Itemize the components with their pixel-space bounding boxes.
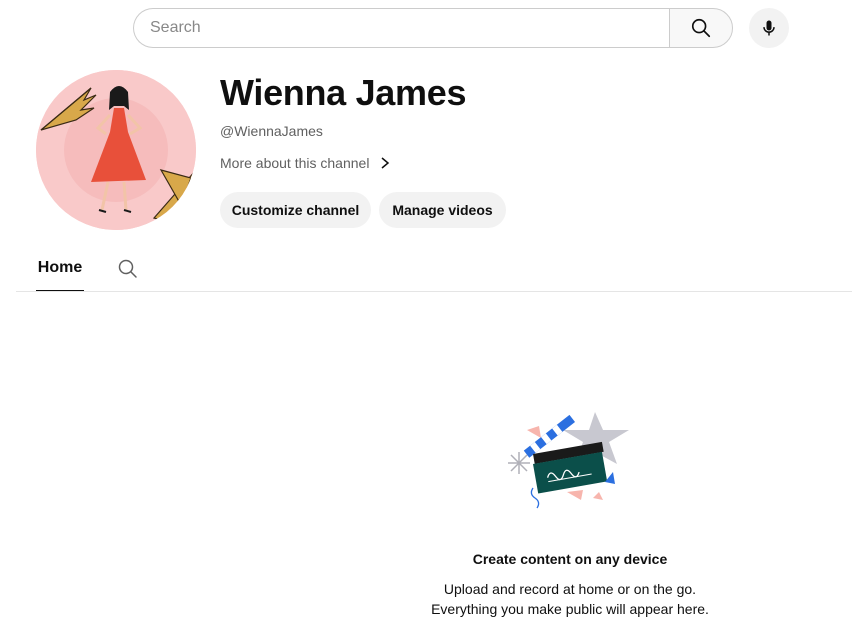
empty-state-line-2: Everything you make public will appear h… <box>431 601 709 617</box>
channel-avatar[interactable] <box>36 70 196 230</box>
tab-divider <box>16 291 852 292</box>
manage-videos-button[interactable]: Manage videos <box>379 192 506 228</box>
channel-handle: @WiennaJames <box>220 123 323 139</box>
empty-state-line-1: Upload and record at home or on the go. <box>443 581 697 597</box>
chevron-right-icon <box>381 157 390 169</box>
voice-search-button[interactable] <box>749 8 789 48</box>
more-about-channel-link[interactable]: More about this channel <box>220 155 391 171</box>
search-icon <box>691 18 711 38</box>
search-button[interactable] <box>669 8 733 48</box>
more-about-label: More about this channel <box>220 155 370 171</box>
microphone-icon <box>763 20 775 36</box>
search-input[interactable] <box>150 19 669 37</box>
search-input-wrapper[interactable] <box>133 8 669 48</box>
customize-channel-button[interactable]: Customize channel <box>220 192 371 228</box>
channel-search-button[interactable] <box>116 257 140 281</box>
tab-home[interactable]: Home <box>36 252 84 292</box>
empty-state-title: Create content on any device <box>472 551 668 567</box>
search-bar <box>133 8 733 48</box>
avatar-illustration <box>36 70 196 230</box>
clapperboard-illustration <box>505 408 635 510</box>
search-icon <box>118 259 137 278</box>
empty-state-description: Upload and record at home or on the go. … <box>400 579 740 619</box>
channel-name: Wienna James <box>220 72 467 113</box>
